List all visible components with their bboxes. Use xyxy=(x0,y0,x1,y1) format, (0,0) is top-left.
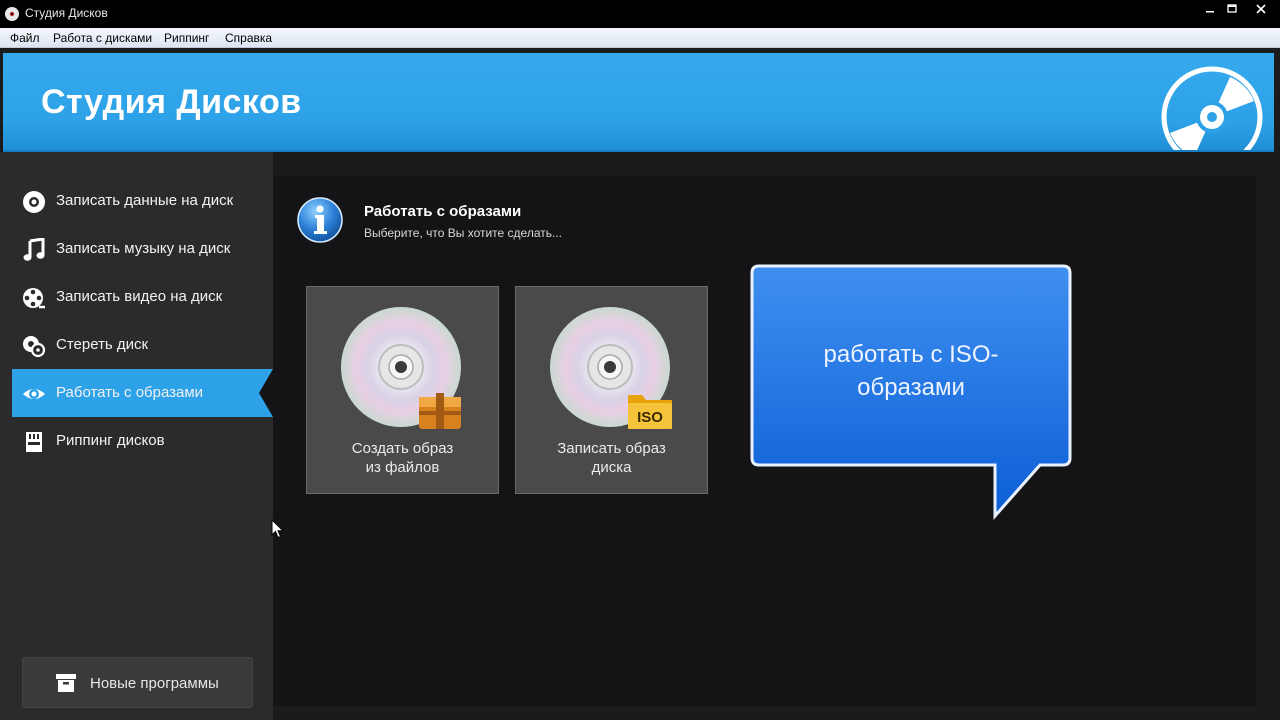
sidebar: Записать данные на диск Записать музыку … xyxy=(0,152,273,720)
erase-disc-icon xyxy=(23,336,46,358)
callout-line2: образами xyxy=(857,374,965,401)
box-icon xyxy=(56,674,76,692)
tile-label-line2: диска xyxy=(591,459,632,476)
sidebar-item-label: Работать с образами xyxy=(56,384,204,401)
minimize-icon xyxy=(1206,11,1214,13)
callout-text: работать с ISO- образами xyxy=(756,338,1066,404)
menu-file[interactable]: Файл xyxy=(10,31,40,45)
active-notch xyxy=(259,369,273,417)
sd-card-icon xyxy=(26,432,42,452)
cd-disc-icon: ISO xyxy=(550,307,672,429)
sidebar-item-label: Записать музыку на диск xyxy=(56,240,231,257)
eye-icon xyxy=(23,389,45,399)
film-reel-icon xyxy=(23,288,45,309)
menu-help[interactable]: Справка xyxy=(225,31,272,45)
brand-title: Студия Дисков xyxy=(41,83,302,121)
sidebar-item-images[interactable]: Работать с образами xyxy=(12,369,273,417)
tile-label-line2: из файлов xyxy=(365,459,440,476)
menu-bar: Файл Работа с дисками Риппинг Справка xyxy=(0,28,1280,48)
header-banner: Студия Дисков xyxy=(3,53,1274,152)
menu-disc-work[interactable]: Работа с дисками xyxy=(53,31,152,45)
create-image-tile[interactable]: Создать образ из файлов xyxy=(306,286,499,494)
title-bar: Студия Дисков xyxy=(0,0,1280,28)
info-icon xyxy=(297,197,343,243)
sidebar-item-label: Записать данные на диск xyxy=(56,192,234,209)
burn-image-tile[interactable]: ISO Записать образ диска xyxy=(515,286,708,494)
disc-icon xyxy=(23,191,45,213)
sidebar-item-ripping[interactable]: Риппинг дисков xyxy=(12,417,273,465)
iso-folder-icon: ISO xyxy=(628,395,672,429)
section-title: Работать с образами xyxy=(364,203,522,220)
tile-label-line1: Записать образ xyxy=(557,440,666,457)
sidebar-item-burn-music[interactable]: Записать музыку на диск xyxy=(12,225,273,273)
sidebar-item-label: Записать видео на диск xyxy=(56,288,223,305)
new-programs-label: Новые программы xyxy=(90,675,219,692)
window-title: Студия Дисков xyxy=(25,6,108,20)
close-button[interactable] xyxy=(1242,0,1280,22)
sidebar-item-burn-video[interactable]: Записать видео на диск xyxy=(12,273,273,321)
close-icon xyxy=(1256,4,1266,14)
sidebar-item-erase-disc[interactable]: Стереть диск xyxy=(12,321,273,369)
sidebar-item-label: Стереть диск xyxy=(56,336,149,353)
callout-line1: работать с ISO- xyxy=(823,341,999,368)
menu-ripping[interactable]: Риппинг xyxy=(164,31,209,45)
package-icon xyxy=(419,393,461,429)
sidebar-item-burn-data[interactable]: Записать данные на диск xyxy=(12,177,273,225)
new-programs-button[interactable]: Новые программы xyxy=(22,657,253,708)
tile-label-line1: Создать образ xyxy=(351,440,454,457)
music-note-icon xyxy=(23,238,45,261)
cd-disc-icon xyxy=(341,307,461,429)
section-subtitle: Выберите, что Вы хотите сделать... xyxy=(364,226,562,240)
sidebar-item-label: Риппинг дисков xyxy=(56,432,165,449)
mouse-cursor-icon xyxy=(271,519,285,539)
iso-badge-text: ISO xyxy=(637,409,663,426)
maximize-icon xyxy=(1227,4,1237,13)
main-panel: Работать с образами Выберите, что Вы хот… xyxy=(273,176,1256,706)
disc-logo-icon xyxy=(1161,66,1263,150)
app-disc-icon xyxy=(5,7,19,21)
